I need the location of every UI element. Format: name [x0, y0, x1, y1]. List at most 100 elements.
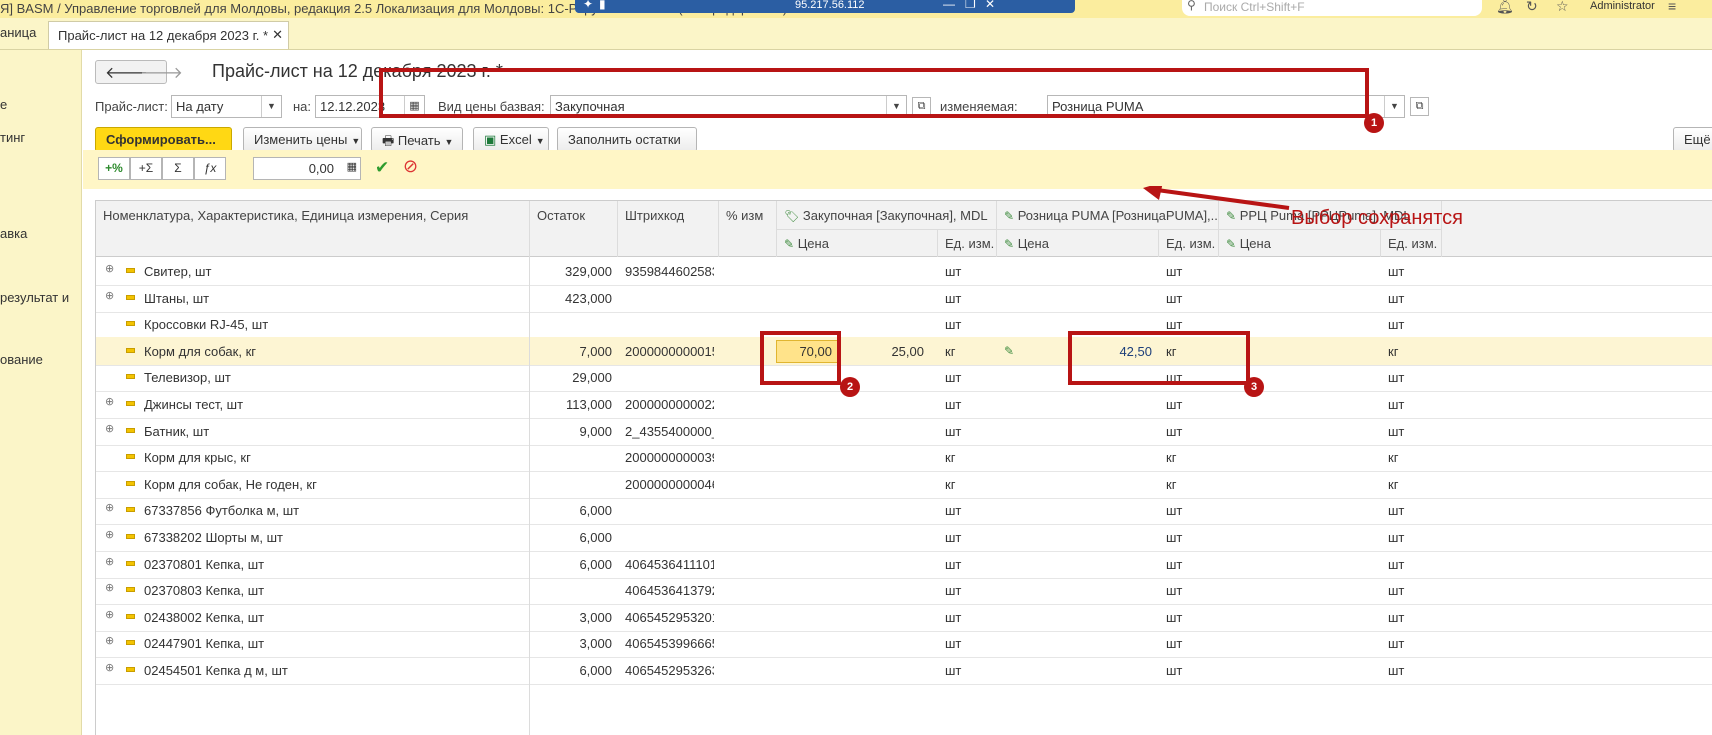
cell-stock[interactable]: 6,000	[529, 503, 612, 518]
cell-barcode[interactable]: 4065453996665	[625, 636, 714, 651]
cell-retail-unit[interactable]: кг	[1166, 450, 1206, 465]
col-purchase[interactable]: 🏷︎ Закупочная [Закупочная], MDL	[784, 208, 994, 223]
sidebar-item-4[interactable]: результат и	[0, 290, 69, 305]
cell-stock[interactable]: 113,000	[529, 397, 612, 412]
cell-name[interactable]: Корм для крыс, кг	[144, 450, 524, 465]
tab-home[interactable]: аница	[0, 25, 36, 40]
cell-barcode[interactable]: 2000000000015	[625, 344, 714, 359]
cell-retail-unit[interactable]: шт	[1166, 583, 1206, 598]
formula-button[interactable]: ƒx	[194, 157, 226, 180]
minimize-icon[interactable]: —	[943, 0, 955, 11]
chevron-down-icon[interactable]: ▼	[1384, 96, 1404, 117]
cell-rrp-unit[interactable]: шт	[1388, 663, 1428, 678]
cell-barcode[interactable]: 2_4355400000_	[625, 424, 714, 439]
forward-arrow-icon[interactable]: 🡒	[140, 62, 183, 83]
expand-icon[interactable]: ⊕	[105, 528, 114, 541]
cell-stock[interactable]: 6,000	[529, 557, 612, 572]
add-percent-button[interactable]: +%	[98, 157, 130, 180]
cell-stock[interactable]: 6,000	[529, 663, 612, 678]
cell-retail-unit[interactable]: шт	[1166, 636, 1206, 651]
expand-icon[interactable]: ⊕	[105, 262, 114, 275]
more-button[interactable]: Ещё	[1673, 127, 1712, 152]
cell-rrp-unit[interactable]: шт	[1388, 557, 1428, 572]
cell-retail-unit[interactable]: шт	[1166, 503, 1206, 518]
cell-rrp-unit[interactable]: шт	[1388, 583, 1428, 598]
cell-retail-unit[interactable]: шт	[1166, 317, 1206, 332]
sidebar-item-1[interactable]: е	[0, 97, 7, 112]
subcol-price-2[interactable]: ✎ Цена	[1004, 236, 1049, 251]
change-prices-button[interactable]: Изменить цены ▼	[243, 127, 362, 152]
cell-stock[interactable]: 3,000	[529, 610, 612, 625]
cell-stock[interactable]: 9,000	[529, 424, 612, 439]
cell-name[interactable]: 67337856 Футболка м, шт	[144, 503, 524, 518]
add-sum-button[interactable]: +Σ	[130, 157, 162, 180]
expand-icon[interactable]: ⊕	[105, 661, 114, 674]
excel-button[interactable]: ▣ Excel ▼	[473, 127, 549, 152]
apply-check-icon[interactable]: ✔	[375, 158, 389, 178]
cell-name[interactable]: 02454501 Кепка д м, шт	[144, 663, 524, 678]
cell-retail-unit[interactable]: шт	[1166, 557, 1206, 572]
cell-purchase-unit[interactable]: шт	[945, 424, 985, 439]
cell-rrp-unit[interactable]: шт	[1388, 610, 1428, 625]
sum-button[interactable]: Σ	[162, 157, 194, 180]
table-row[interactable]: ⊕ 02454501 Кепка д м, шт 6,000 406545295326…	[96, 656, 1712, 685]
cell-purchase-unit[interactable]: шт	[945, 610, 985, 625]
cell-name[interactable]: Джинсы тест, шт	[144, 397, 524, 412]
table-row[interactable]: Телевизор, шт 29,000 шт шт шт	[96, 363, 1712, 393]
sidebar-item-3[interactable]: авка	[0, 226, 27, 241]
cell-barcode[interactable]: 4065452953201	[625, 610, 714, 625]
generate-button[interactable]: Сформировать...	[95, 127, 232, 152]
formula-value-input[interactable]: 0,00 ▦	[253, 157, 361, 180]
col-pct[interactable]: % изм	[726, 208, 763, 223]
cell-rrp-unit[interactable]: шт	[1388, 424, 1428, 439]
cell-rrp-unit[interactable]: шт	[1388, 397, 1428, 412]
cell-name[interactable]: Корм для собак, кг	[144, 344, 524, 359]
cell-retail-unit[interactable]: кг	[1166, 477, 1206, 492]
cell-barcode[interactable]: 4064536413792	[625, 583, 714, 598]
table-row[interactable]: ⊕ Батник, шт 9,000 2_4355400000_ шт шт шт	[96, 417, 1712, 446]
table-row[interactable]: ⊕ 02370801 Кепка, шт 6,000 4064536411101 шт ш…	[96, 550, 1712, 579]
expand-icon[interactable]: ⊕	[105, 581, 114, 594]
bell-icon[interactable]: 🔔︎	[1496, 0, 1514, 15]
cell-name[interactable]: 02370801 Кепка, шт	[144, 557, 524, 572]
table-row[interactable]: Корм для собак, Не годен, кг 200000000004…	[96, 470, 1712, 499]
cancel-icon[interactable]: ⊘	[403, 156, 418, 177]
restore-icon[interactable]: ❐	[965, 0, 976, 11]
expand-icon[interactable]: ⊕	[105, 395, 114, 408]
cell-stock[interactable]: 29,000	[529, 370, 612, 385]
table-row[interactable]: ⊕ 02447901 Кепка, шт 3,000 4065453996665 шт ш…	[96, 629, 1712, 659]
expand-icon[interactable]: ⊕	[105, 289, 114, 302]
cell-name[interactable]: Штаны, шт	[144, 291, 524, 306]
subcol-price-3[interactable]: ✎ Цена	[1226, 236, 1271, 251]
col-name[interactable]: Номенклатура, Характеристика, Единица из…	[103, 208, 468, 223]
cell-purchase-unit[interactable]: шт	[945, 264, 985, 279]
cell-rrp-unit[interactable]: шт	[1388, 503, 1428, 518]
user-name[interactable]: Administrator	[1590, 0, 1655, 12]
history-icon[interactable]: ↻	[1526, 0, 1538, 15]
tab-price-list[interactable]: Прайс-лист на 12 декабря 2023 г. * ✕	[48, 21, 289, 49]
expand-icon[interactable]: ⊕	[105, 634, 114, 647]
cell-name[interactable]: Кроссовки RJ-45, шт	[144, 317, 524, 332]
cell-purchase-unit[interactable]: шт	[945, 397, 985, 412]
print-button[interactable]: 🖶 Печать ▼	[371, 127, 463, 152]
cell-purchase-unit[interactable]: шт	[945, 291, 985, 306]
table-row[interactable]: Корм для крыс, кг 2000000000039 кг кг кг	[96, 443, 1712, 473]
cell-retail-unit[interactable]: шт	[1166, 424, 1206, 439]
calculator-icon[interactable]: ▦	[347, 160, 357, 173]
cell-name[interactable]: 02370803 Кепка, шт	[144, 583, 524, 598]
cell-name[interactable]: 67338202 Шорты м, шт	[144, 530, 524, 545]
star-icon[interactable]: ☆	[1556, 0, 1569, 15]
pin-icon[interactable]: ✦	[583, 0, 593, 11]
cell-rrp-unit[interactable]: кг	[1388, 344, 1428, 359]
cell-purchase-unit[interactable]: шт	[945, 636, 985, 651]
close-icon[interactable]: ✕	[985, 0, 995, 11]
cell-retail-unit[interactable]: шт	[1166, 663, 1206, 678]
cell-stock[interactable]: 6,000	[529, 530, 612, 545]
expand-icon[interactable]: ⊕	[105, 501, 114, 514]
cell-name[interactable]: Корм для собак, Не годен, кг	[144, 477, 524, 492]
cell-rrp-unit[interactable]: шт	[1388, 636, 1428, 651]
cell-purchase-unit[interactable]: шт	[945, 317, 985, 332]
cell-stock[interactable]: 7,000	[529, 344, 612, 359]
table-row[interactable]: Кроссовки RJ-45, шт шт шт шт	[96, 310, 1712, 340]
cell-retail-unit[interactable]: шт	[1166, 397, 1206, 412]
